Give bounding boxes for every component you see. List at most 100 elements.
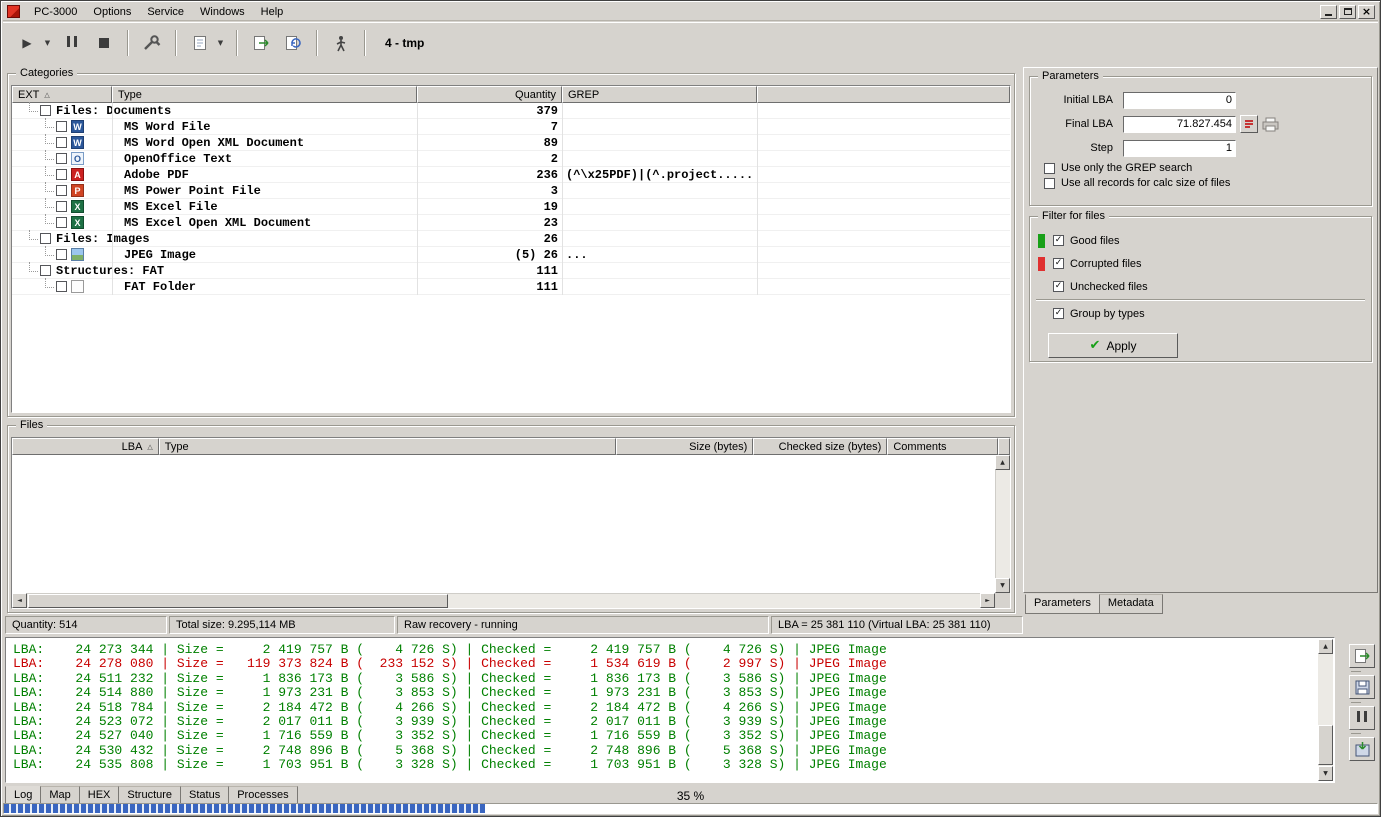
files-column-type[interactable]: Type — [159, 438, 616, 455]
category-checkbox[interactable] — [56, 153, 67, 164]
category-row-structures-fat[interactable]: Structures: FAT111 — [12, 263, 1010, 279]
category-checkbox[interactable] — [56, 137, 67, 148]
category-type-label: MS Word Open XML Document — [124, 136, 304, 150]
run-mode-button[interactable] — [327, 29, 355, 57]
pause-button[interactable] — [58, 29, 86, 57]
log-save-button[interactable] — [1349, 675, 1375, 699]
close-button[interactable]: × — [1358, 5, 1375, 19]
category-checkbox[interactable] — [40, 265, 51, 276]
initial-lba-input[interactable] — [1123, 92, 1236, 109]
category-row-ms-excel-file[interactable]: XMS Excel File19 — [12, 199, 1010, 215]
categories-column-ext[interactable]: EXT △ — [12, 86, 112, 103]
final-lba-input[interactable] — [1123, 116, 1236, 133]
files-column-size-bytes[interactable]: Size (bytes) — [616, 438, 753, 455]
filter-panel: Filter for files ✓Good files✓Corrupted f… — [1029, 216, 1372, 362]
category-row-ms-word-file[interactable]: WMS Word File7 — [12, 119, 1010, 135]
corrupted-files-checkbox[interactable]: ✓ — [1053, 258, 1064, 269]
log-side-toolbar — [1341, 642, 1379, 763]
scroll-right-button[interactable]: ► — [980, 593, 995, 608]
vertical-scroll-thumb[interactable] — [1318, 725, 1333, 765]
category-checkbox[interactable] — [40, 105, 51, 116]
horizontal-scroll-thumb[interactable] — [28, 594, 448, 608]
category-row-ms-power-point-file[interactable]: PMS Power Point File3 — [12, 183, 1010, 199]
log-line: LBA: 24 535 808 | Size = 1 703 951 B ( 3… — [13, 758, 1314, 772]
category-row-fat-folder[interactable]: FAT Folder111 — [12, 279, 1010, 295]
grep-only-checkbox[interactable] — [1044, 163, 1055, 174]
category-quantity: 89 — [419, 136, 558, 150]
minimize-button[interactable] — [1320, 5, 1337, 19]
menu-windows[interactable]: Windows — [192, 4, 253, 20]
categories-header-filler — [757, 86, 1010, 103]
start-options-dropdown[interactable]: ▼ — [41, 29, 54, 57]
column-gridline — [757, 103, 758, 295]
scroll-up-button[interactable]: ▲ — [1318, 639, 1333, 654]
unchecked-files-checkbox[interactable]: ✓ — [1053, 281, 1064, 292]
category-row-ms-excel-open-xml-document[interactable]: XMS Excel Open XML Document23 — [12, 215, 1010, 231]
category-checkbox[interactable] — [56, 169, 67, 180]
filter-label: Good files — [1070, 235, 1120, 247]
tab-metadata[interactable]: Metadata — [1099, 594, 1163, 614]
categories-column-type[interactable]: Type — [112, 86, 417, 103]
category-row-files-images[interactable]: Files: Images26 — [12, 231, 1010, 247]
printer-icon[interactable] — [1261, 117, 1280, 132]
category-row-openoffice-text[interactable]: OOpenOffice Text2 — [12, 151, 1010, 167]
scroll-down-button[interactable]: ▼ — [995, 578, 1010, 593]
menu-options[interactable]: Options — [85, 4, 139, 20]
refresh-data-button[interactable] — [279, 29, 307, 57]
categories-panel: Categories EXT △ Type Quantity GREP File… — [7, 73, 1015, 417]
category-row-ms-word-open-xml-document[interactable]: WMS Word Open XML Document89 — [12, 135, 1010, 151]
scroll-down-button[interactable]: ▼ — [1318, 766, 1333, 781]
task-settings-button[interactable] — [138, 29, 166, 57]
save-results-dropdown[interactable]: ▼ — [214, 29, 227, 57]
scroll-left-button[interactable]: ◄ — [12, 593, 27, 608]
category-checkbox[interactable] — [56, 217, 67, 228]
scroll-up-button[interactable]: ▲ — [995, 455, 1010, 470]
all-records-checkbox[interactable] — [1044, 178, 1055, 189]
log-export-button[interactable] — [1349, 644, 1375, 668]
categories-column-quantity[interactable]: Quantity — [417, 86, 562, 103]
log-pause-button[interactable] — [1349, 706, 1375, 730]
filter-row-unchecked-files: ✓Unchecked files — [1038, 275, 1371, 298]
category-checkbox[interactable] — [56, 281, 67, 292]
files-column-comments[interactable]: Comments — [887, 438, 998, 455]
apply-button[interactable]: ✔ Apply — [1048, 333, 1178, 358]
export-data-button[interactable] — [247, 29, 275, 57]
step-input[interactable] — [1123, 140, 1236, 157]
side-separator — [1351, 702, 1361, 703]
category-row-adobe-pdf[interactable]: AAdobe PDF236(^\x25PDF)|(^.project...... — [12, 167, 1010, 183]
tab-parameters[interactable]: Parameters — [1025, 594, 1100, 614]
category-checkbox[interactable] — [56, 185, 67, 196]
files-horizontal-scrollbar[interactable]: ◄ ► — [12, 593, 995, 608]
good-files-checkbox[interactable]: ✓ — [1053, 235, 1064, 246]
maximize-button[interactable] — [1339, 5, 1356, 19]
categories-panel-title: Categories — [16, 67, 77, 80]
set-max-lba-button[interactable] — [1240, 115, 1258, 133]
start-button[interactable]: ▶ — [13, 29, 41, 57]
categories-column-grep[interactable]: GREP — [562, 86, 757, 103]
category-checkbox[interactable] — [56, 121, 67, 132]
menu-help[interactable]: Help — [253, 4, 292, 20]
log-load-button[interactable] — [1349, 737, 1375, 761]
final-lba-label: Final LBA — [1038, 118, 1123, 130]
tree-connector-icon — [45, 118, 54, 128]
menu-pc-3000[interactable]: PC-3000 — [26, 4, 85, 20]
group-by-types-checkbox[interactable]: ✓ — [1053, 308, 1064, 319]
category-checkbox[interactable] — [56, 249, 67, 260]
column-gridline — [112, 103, 113, 295]
save-results-button[interactable] — [186, 29, 214, 57]
files-vertical-scrollbar[interactable]: ▲ ▼ — [995, 455, 1010, 593]
filter-rows: ✓Good files✓Corrupted files✓Unchecked fi… — [1030, 229, 1371, 325]
log-line: LBA: 24 527 040 | Size = 1 716 559 B ( 3… — [13, 729, 1314, 743]
category-row-jpeg-image[interactable]: JPEG Image(5) 26... — [12, 247, 1010, 263]
menu-service[interactable]: Service — [139, 4, 192, 20]
category-row-files-documents[interactable]: Files: Documents379 — [12, 103, 1010, 119]
log-vertical-scrollbar[interactable]: ▲ ▼ — [1318, 639, 1333, 781]
toolbar-separator — [364, 30, 366, 56]
log-line: LBA: 24 514 880 | Size = 1 973 231 B ( 3… — [13, 686, 1314, 700]
files-column-checked-size-bytes[interactable]: Checked size (bytes) — [753, 438, 887, 455]
category-checkbox[interactable] — [40, 233, 51, 244]
category-checkbox[interactable] — [56, 201, 67, 212]
stop-button[interactable] — [90, 29, 118, 57]
files-column-lba[interactable]: LBA△ — [12, 438, 159, 455]
category-quantity: 26 — [419, 232, 558, 246]
